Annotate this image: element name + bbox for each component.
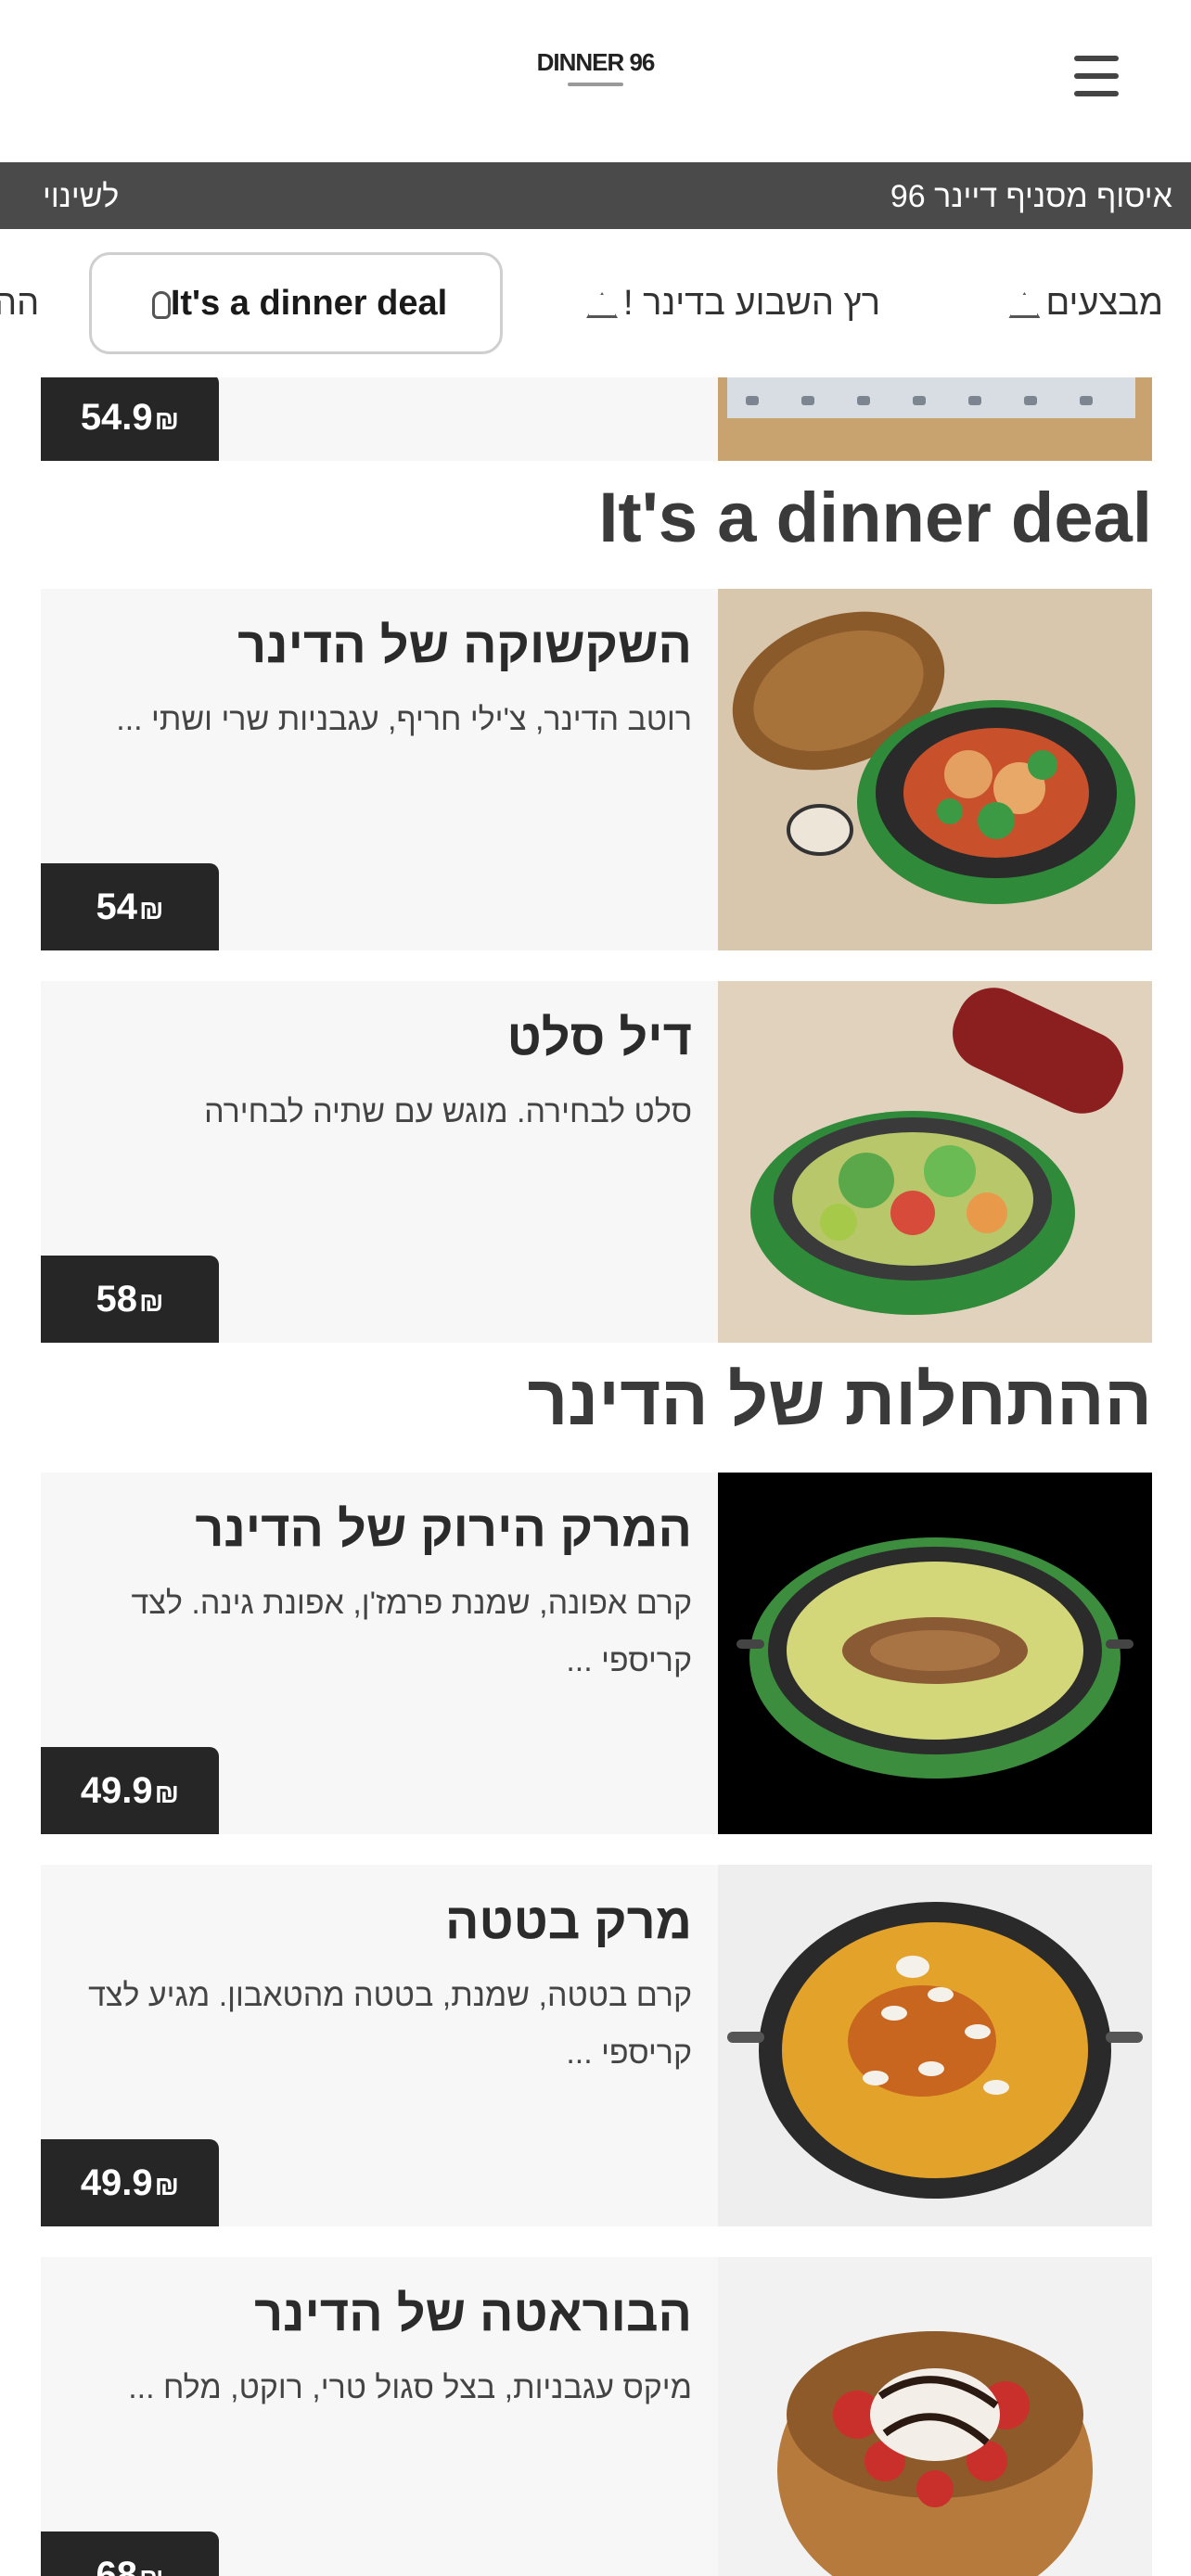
tab-dinner-deal[interactable]: It's a dinner deal	[89, 252, 503, 354]
menu-item-image	[718, 2257, 1152, 2576]
menu-item-title: הבוראטה של הדינר	[254, 2286, 692, 2341]
menu-item-description: קרם אפונה, שמנת פרמז'ן, אפונת גינה. לצד …	[131, 1586, 692, 1678]
menu-item-card[interactable]: המרק הירוק של הדינר קרם אפונה, שמנת פרמז…	[41, 1473, 1152, 1834]
logo[interactable]: DINNER 96	[531, 48, 660, 100]
menu-content: 54.9₪ It's a dinner deal השקשוקה של הדינ…	[0, 377, 1191, 2576]
price-value: 68	[96, 2555, 137, 2576]
price-tag: 49.9₪	[41, 2139, 219, 2226]
menu-item-card[interactable]: מרק בטטה קרם בטטה, שמנת, בטטה מהטאבון. מ…	[41, 1865, 1152, 2226]
menu-item-image	[718, 981, 1152, 1343]
tab-label: It's a dinner deal	[170, 284, 448, 323]
hand-icon	[151, 290, 171, 319]
section-title: ההתחלות של הדינר	[527, 1361, 1152, 1440]
logo-text: DINNER 96	[536, 48, 656, 76]
menu-item-title: מרק בטטה	[445, 1894, 692, 1949]
menu-item-title: דיל סלט	[506, 1010, 692, 1065]
currency: ₪	[138, 1287, 164, 1318]
price-tag: 58₪	[41, 1256, 219, 1343]
price-tag: 68₪	[41, 2531, 219, 2576]
menu-item-image	[718, 589, 1152, 950]
currency: ₪	[154, 405, 180, 436]
menu-item-description: קרם בטטה, שמנת, בטטה מהטאבון. מגיע לצד ק…	[88, 1978, 692, 2071]
price-value: 58	[96, 1279, 137, 1320]
price-value: 49.9	[80, 1770, 153, 1811]
section-title: It's a dinner deal	[598, 478, 1152, 557]
menu-item-image	[718, 377, 1152, 461]
currency: ₪	[139, 2563, 164, 2576]
menu-item-card[interactable]: דיל סלט סלט לבחירה. מוגש עם שתיה לבחירה …	[41, 981, 1152, 1343]
price-tag: 49.9₪	[41, 1747, 219, 1834]
menu-item-description: סלט לבחירה. מוגש עם שתיה לבחירה	[204, 1094, 692, 1129]
tab-label: הה	[0, 284, 40, 323]
menu-item-image	[718, 1865, 1152, 2226]
menu-item-card[interactable]: השקשוקה של הדינר רוטב הדינר, צ'ילי חריף,…	[41, 589, 1152, 950]
currency: ₪	[154, 2171, 180, 2201]
price-tag: 54₪	[41, 863, 219, 950]
bell-icon	[586, 291, 619, 318]
pickup-location-text: איסוף מסניף דיינר 96	[890, 179, 1172, 214]
bell-icon	[1008, 291, 1041, 318]
category-tabs: מבצעים רץ השבוע בדינר ! It's a dinner de…	[0, 229, 1191, 377]
currency: ₪	[138, 895, 164, 925]
currency: ₪	[154, 1779, 180, 1809]
menu-item-card[interactable]: 54.9₪	[41, 377, 1152, 461]
tab-this-week[interactable]: רץ השבוע בדינר !	[581, 252, 880, 354]
tab-label: רץ השבוע בדינר !	[623, 284, 880, 323]
app-header: DINNER 96	[0, 0, 1191, 162]
menu-item-card[interactable]: הבוראטה של הדינר מיקס עגבניות, בצל סגול …	[41, 2257, 1152, 2576]
price-value: 54	[96, 886, 137, 927]
hamburger-menu-icon[interactable]	[1067, 50, 1128, 102]
tab-label: מבצעים	[1045, 284, 1163, 323]
tab-promotions[interactable]: מבצעים	[1003, 252, 1163, 354]
change-pickup-link[interactable]: לשינוי	[43, 179, 119, 215]
price-tag: 54.9₪	[41, 377, 219, 461]
menu-item-description: מיקס עגבניות, בצל סגול טרי, רוקט, מלח ..…	[128, 2370, 692, 2405]
tab-starters[interactable]: הה	[0, 252, 39, 354]
menu-item-title: השקשוקה של הדינר	[237, 618, 692, 673]
price-value: 49.9	[80, 2162, 153, 2203]
menu-item-image	[718, 1473, 1152, 1834]
menu-item-title: המרק הירוק של הדינר	[195, 1501, 692, 1557]
menu-item-description: רוטב הדינר, צ'ילי חריף, עגבניות שרי ושתי…	[116, 702, 692, 737]
logo-tagline	[568, 83, 623, 86]
price-value: 54.9	[80, 397, 153, 438]
pickup-bar: איסוף מסניף דיינר 96 לשינוי	[0, 162, 1191, 229]
